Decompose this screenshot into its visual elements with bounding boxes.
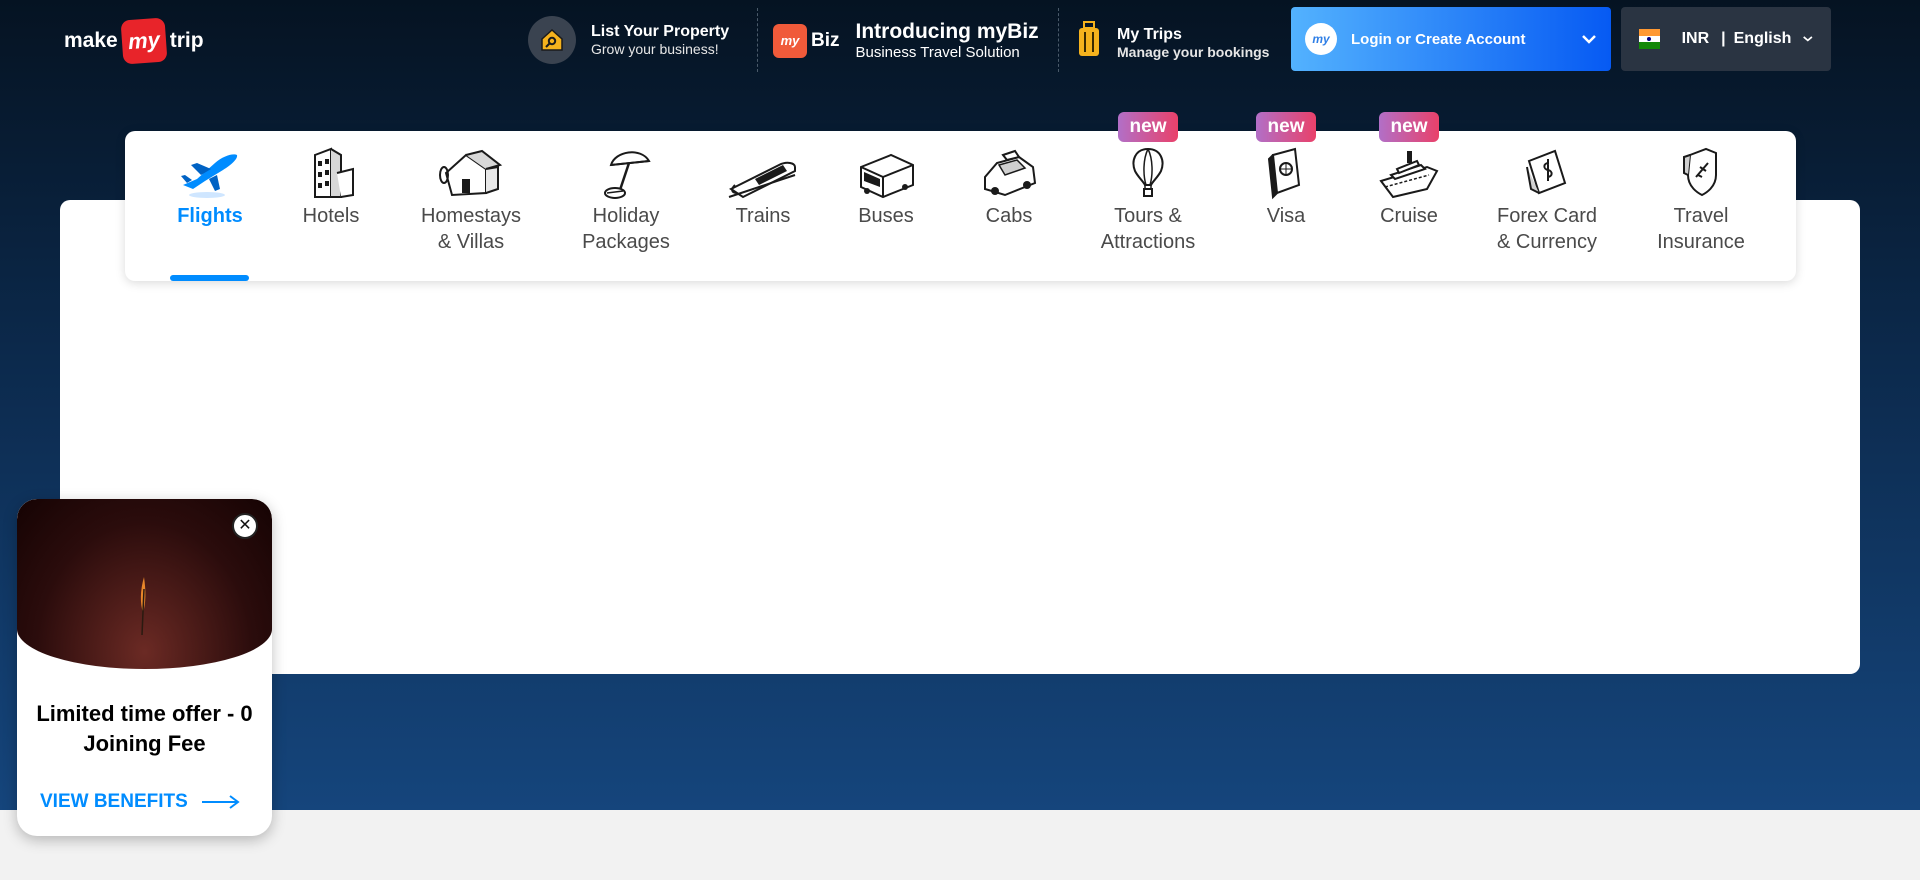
- nav-item-tours-attractions[interactable]: new Tours & Attractions: [1083, 112, 1213, 281]
- hot-air-balloon-icon: [1132, 147, 1164, 197]
- promo-popup: Limited time offer - 0 Joining Fee VIEW …: [17, 499, 272, 836]
- cruise-ship-icon: [1379, 151, 1439, 199]
- mybiz-subtitle: Business Travel Solution: [855, 44, 1020, 61]
- login-or-create-account-button[interactable]: my Login or Create Account: [1291, 7, 1611, 71]
- list-property-title: List Your Property: [591, 23, 730, 40]
- nav-label-homestays: Homestays & Villas: [420, 205, 522, 253]
- my-trips-link[interactable]: My Trips Manage your bookings: [1075, 20, 1269, 65]
- popup-title: Limited time offer - 0 Joining Fee: [36, 701, 253, 756]
- view-benefits-label: VIEW BENEFITS: [40, 791, 188, 812]
- train-icon: [728, 161, 796, 199]
- product-nav-bar: Flights Hotels Homestays & Villas Holida…: [125, 112, 1796, 281]
- login-label: Login or Create Account: [1351, 30, 1526, 48]
- close-icon: ✕: [238, 517, 252, 534]
- chevron-down-icon: [1803, 36, 1813, 42]
- nav-label-buses: Buses: [858, 205, 914, 227]
- new-badge: new: [1118, 112, 1178, 142]
- key-house-icon: [528, 16, 576, 64]
- hotel-icon: [314, 147, 354, 198]
- new-badge: new: [1256, 112, 1316, 142]
- nav-item-homestays[interactable]: Homestays & Villas: [406, 131, 536, 281]
- chevron-down-icon: [1582, 35, 1596, 44]
- list-property-subtitle: Grow your business!: [591, 41, 719, 57]
- makemytrip-logo[interactable]: make my trip: [64, 17, 204, 65]
- avatar-text: my: [1312, 32, 1330, 46]
- nav-item-cabs[interactable]: Cabs: [949, 131, 1069, 281]
- nav-label-cruise: Cruise: [1380, 205, 1438, 227]
- beach-umbrella-icon: [604, 151, 651, 199]
- popup-close-button[interactable]: ✕: [232, 513, 258, 539]
- logo-text-trip: trip: [169, 29, 204, 52]
- header-divider: [1058, 8, 1059, 72]
- nav-item-buses[interactable]: Buses: [826, 131, 946, 281]
- list-property-link[interactable]: List Your Property Grow your business!: [528, 16, 729, 64]
- mybiz-briefcase-icon: my: [773, 23, 807, 58]
- suitcase-icon: [1075, 20, 1103, 65]
- insurance-shield-icon: [1683, 147, 1717, 197]
- arrow-right-icon: [201, 795, 240, 809]
- nav-item-flights[interactable]: Flights: [150, 131, 270, 281]
- nav-label-travel-insurance: Travel Insurance: [1657, 205, 1745, 253]
- nav-label-holiday-packages: Holiday Packages: [582, 205, 670, 253]
- nav-label-flights: Flights: [177, 205, 243, 227]
- nav-label-forex: Forex Card & Currency: [1496, 205, 1598, 253]
- passport-icon: [1267, 147, 1301, 200]
- header-divider: [757, 8, 758, 72]
- nav-item-visa[interactable]: new Visa: [1221, 112, 1351, 281]
- mmt-avatar-icon: my: [1305, 23, 1337, 55]
- cab-icon: [984, 149, 1037, 197]
- mybiz-badge-my: my: [780, 33, 800, 48]
- nav-label-cabs: Cabs: [985, 205, 1033, 227]
- currency-language-selector[interactable]: INR | English: [1621, 7, 1831, 71]
- nav-label-trains: Trains: [735, 205, 791, 227]
- new-badge: new: [1379, 112, 1439, 142]
- mybiz-link[interactable]: my Biz Introducing myBiz Business Travel…: [773, 20, 1039, 61]
- locale-separator: |: [1721, 30, 1726, 47]
- nav-label-hotels: Hotels: [302, 205, 360, 227]
- forex-card-icon: [1526, 149, 1567, 195]
- house-icon: [439, 149, 503, 197]
- nav-label-visa: Visa: [1266, 205, 1306, 227]
- nav-item-trains[interactable]: Trains: [703, 131, 823, 281]
- logo-text-my: my: [120, 17, 168, 65]
- view-benefits-link[interactable]: VIEW BENEFITS: [40, 791, 240, 813]
- nav-item-forex[interactable]: Forex Card & Currency: [1482, 131, 1612, 281]
- language-label: English: [1733, 30, 1792, 47]
- logo-text-make: make: [64, 29, 118, 52]
- nav-label-tours-attractions: Tours & Attractions: [1100, 205, 1196, 253]
- active-tab-underline: [170, 275, 249, 281]
- india-flag-icon: [1639, 29, 1660, 50]
- nav-item-cruise[interactable]: new Cruise: [1344, 112, 1474, 281]
- nav-item-travel-insurance[interactable]: Travel Insurance: [1636, 131, 1766, 281]
- mybiz-title: Introducing myBiz: [855, 20, 1039, 43]
- mybiz-badge-biz: Biz: [811, 29, 840, 51]
- nav-item-holiday-packages[interactable]: Holiday Packages: [561, 131, 691, 281]
- bus-icon: [860, 153, 914, 199]
- currency-label: INR: [1681, 30, 1710, 47]
- my-trips-title: My Trips: [1117, 25, 1182, 43]
- my-trips-subtitle: Manage your bookings: [1117, 43, 1270, 60]
- nav-item-hotels[interactable]: Hotels: [271, 131, 391, 281]
- plane-icon: [181, 154, 238, 198]
